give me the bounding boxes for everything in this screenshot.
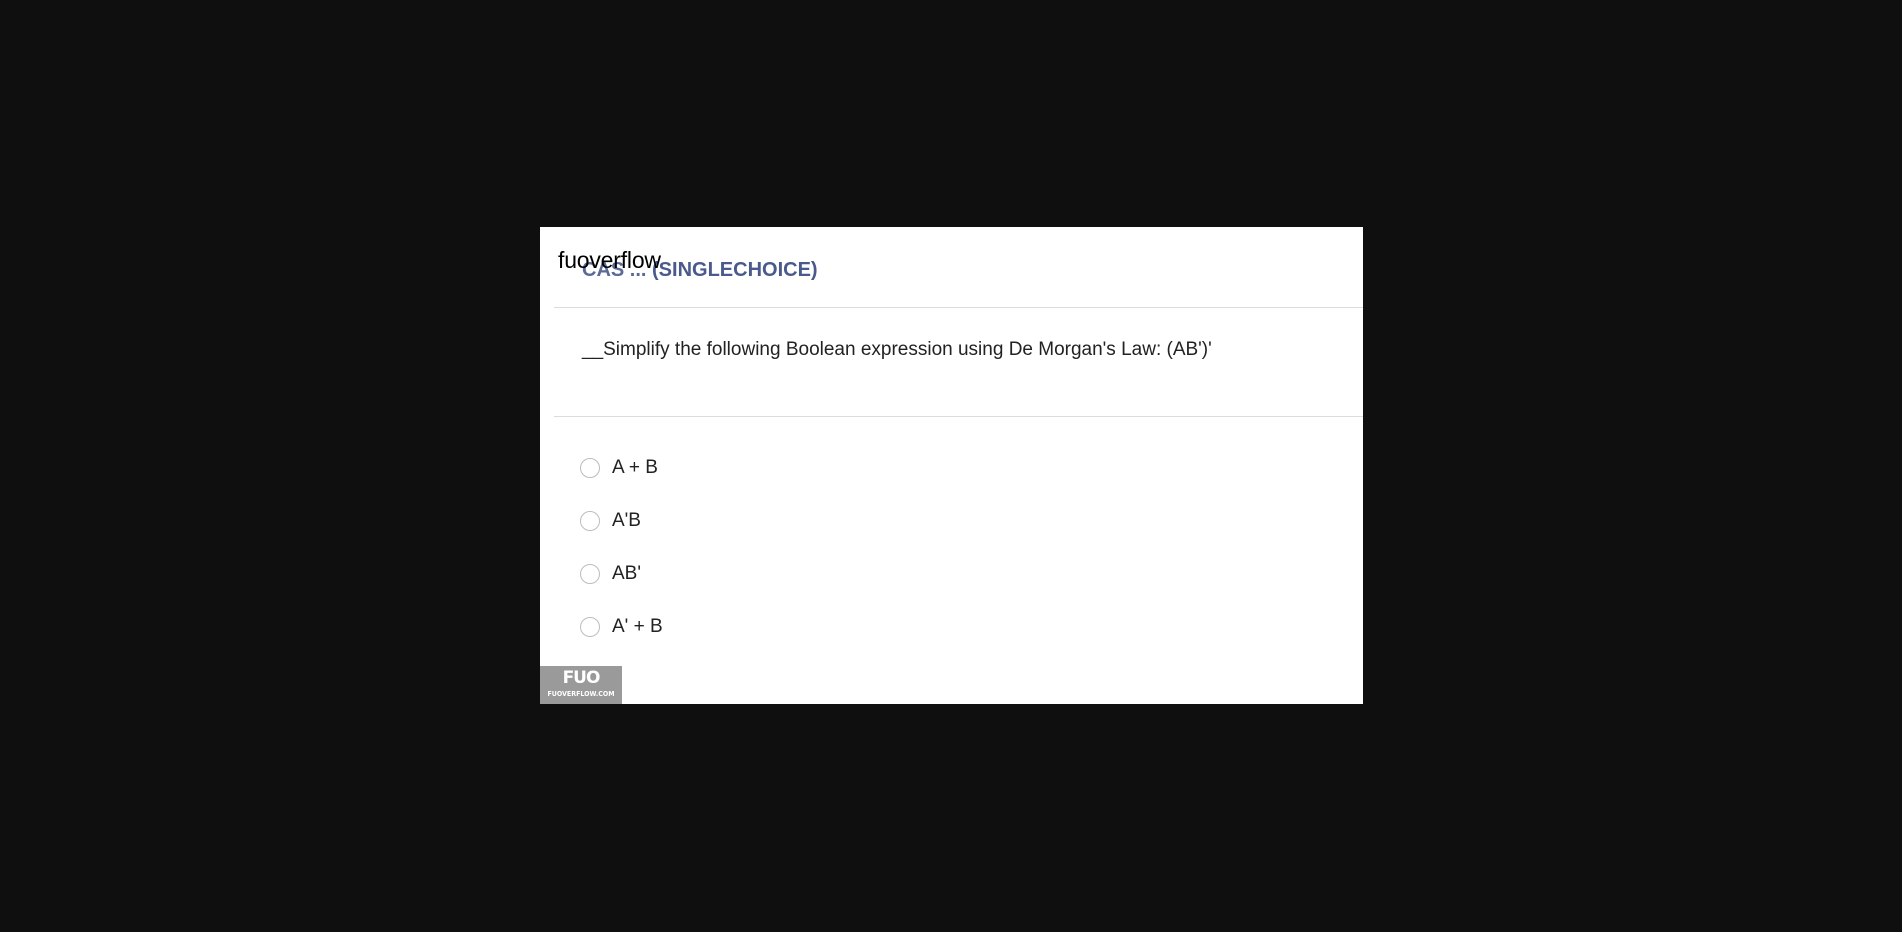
answer-option-a[interactable]: A + B xyxy=(580,441,663,494)
question-card: fuoverflow CAS ... (SINGLECHOICE) __Simp… xyxy=(540,227,1363,704)
answer-option-b[interactable]: A'B xyxy=(580,494,663,547)
answer-option-d[interactable]: A' + B xyxy=(580,600,663,653)
question-header: CAS ... (SINGLECHOICE) xyxy=(554,227,1363,308)
logo-mark: FUO xyxy=(562,668,601,688)
answer-option-c[interactable]: AB' xyxy=(580,547,663,600)
fuo-logo: FUO FUOVERFLOW.COM xyxy=(540,666,622,704)
radio-button-icon[interactable] xyxy=(580,616,600,637)
question-body: __Simplify the following Boolean express… xyxy=(554,307,1363,417)
logo-subtext: FUOVERFLOW.COM xyxy=(547,690,615,698)
option-label: A'B xyxy=(612,509,641,531)
radio-button-icon[interactable] xyxy=(580,510,600,531)
question-type-label: (SINGLECHOICE) xyxy=(652,259,818,281)
radio-button-icon[interactable] xyxy=(580,457,600,478)
question-text: __Simplify the following Boolean express… xyxy=(582,339,1212,360)
radio-button-icon[interactable] xyxy=(580,563,600,584)
option-label: A' + B xyxy=(612,615,663,637)
answer-options: A + B A'B AB' A' + B xyxy=(580,441,663,653)
watermark-text: fuoverflow xyxy=(558,247,661,273)
option-label: AB' xyxy=(612,562,641,584)
option-label: A + B xyxy=(612,456,658,478)
